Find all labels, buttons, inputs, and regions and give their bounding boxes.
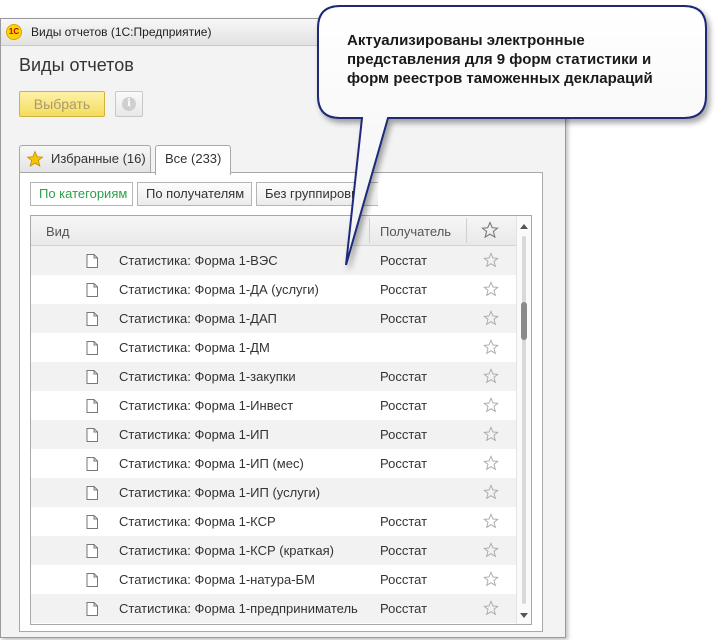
favorite-star-icon[interactable]	[483, 426, 499, 442]
column-separator	[466, 218, 467, 243]
document-icon	[86, 428, 98, 442]
star-filled-icon	[26, 150, 44, 167]
document-icon	[86, 573, 98, 587]
window-title: Виды отчетов (1С:Предприятие)	[31, 25, 212, 39]
report-name: Статистика: Форма 1-ВЭС	[119, 253, 278, 268]
report-name: Статистика: Форма 1-предприниматель	[119, 601, 358, 616]
favorite-star-icon[interactable]	[483, 368, 499, 384]
tab-panel: По категориям По получателям Без группир…	[19, 172, 543, 632]
report-recipient: Росстат	[380, 456, 428, 471]
document-icon	[86, 399, 98, 413]
document-icon	[86, 370, 98, 384]
scroll-track[interactable]	[522, 236, 526, 604]
report-name: Статистика: Форма 1-ИП (услуги)	[119, 485, 321, 500]
favorite-column-star-icon[interactable]	[481, 221, 499, 239]
callout-line: форм реестров таможенных деклараций	[347, 70, 653, 87]
grouping-none[interactable]: Без группировки	[256, 182, 378, 206]
table-row[interactable]: Статистика: Форма 1-ДМ	[31, 333, 516, 362]
table-row[interactable]: Статистика: Форма 1-Инвест Росстат	[31, 391, 516, 420]
report-kinds-window: 1С Виды отчетов (1С:Предприятие) Виды от…	[0, 18, 566, 638]
report-name: Статистика: Форма 1-закупки	[119, 369, 296, 384]
report-name: Статистика: Форма 1-КСР	[119, 514, 276, 529]
favorite-star-icon[interactable]	[483, 513, 499, 529]
document-icon	[86, 486, 98, 500]
report-name: Статистика: Форма 1-ДАП	[119, 311, 277, 326]
report-recipient: Росстат	[380, 572, 428, 587]
report-recipient: Росстат	[380, 311, 428, 326]
info-icon: i	[122, 97, 136, 111]
grid-rows: Статистика: Форма 1-ВЭС Росстат Статистика…	[31, 246, 516, 623]
vertical-scrollbar[interactable]	[516, 216, 531, 624]
form-title: Виды отчетов	[19, 55, 134, 75]
document-icon	[86, 457, 98, 471]
callout-line: Актуализированы электронные	[347, 32, 585, 49]
favorite-star-icon[interactable]	[483, 600, 499, 616]
scroll-thumb[interactable]	[521, 302, 527, 340]
table-row[interactable]: Статистика: Форма 1-ДАП Росстат	[31, 304, 516, 333]
report-recipient: Росстат	[380, 282, 428, 297]
favorite-star-icon[interactable]	[483, 310, 499, 326]
report-recipient: Росстат	[380, 543, 428, 558]
report-recipient: Росстат	[380, 398, 428, 413]
report-recipient: Росстат	[380, 427, 428, 442]
table-row[interactable]: Статистика: Форма 1-КСР (краткая) Росстат	[31, 536, 516, 565]
favorite-star-icon[interactable]	[483, 484, 499, 500]
grid-header: Вид Получатель	[31, 216, 516, 246]
callout-line: представления для 9 форм статистики и	[347, 51, 652, 68]
report-name: Статистика: Форма 1-ДА (услуги)	[119, 282, 319, 297]
table-row[interactable]: Статистика: Форма 1-ВЭС Росстат	[31, 246, 516, 275]
report-name: Статистика: Форма 1-натура-БМ	[119, 572, 315, 587]
report-name: Статистика: Форма 1-Инвест	[119, 398, 294, 413]
grouping-by-recipient[interactable]: По получателям	[137, 182, 252, 206]
report-list-grid: Вид Получатель Статистика: Форма 1-ВЭС Ро…	[30, 215, 532, 625]
table-row[interactable]: Статистика: Форма 1-ИП (мес) Росстат	[31, 449, 516, 478]
document-icon	[86, 254, 98, 268]
app-logo-icon: 1С	[6, 24, 22, 40]
column-header-recipient[interactable]: Получатель	[380, 224, 451, 239]
document-icon	[86, 312, 98, 326]
report-name: Статистика: Форма 1-ИП (мес)	[119, 456, 304, 471]
report-recipient: Росстат	[380, 369, 428, 384]
favorite-star-icon[interactable]	[483, 397, 499, 413]
table-row[interactable]: Статистика: Форма 1-ИП (услуги)	[31, 478, 516, 507]
favorite-star-icon[interactable]	[483, 252, 499, 268]
report-name: Статистика: Форма 1-ИП	[119, 427, 269, 442]
report-name: Статистика: Форма 1-ДМ	[119, 340, 270, 355]
document-icon	[86, 341, 98, 355]
document-icon	[86, 283, 98, 297]
tab-favorites-label: Избранные (16)	[51, 151, 146, 166]
tab-all-label: Все (233)	[165, 151, 222, 166]
favorite-star-icon[interactable]	[483, 542, 499, 558]
table-row[interactable]: Статистика: Форма 1-КСР Росстат	[31, 507, 516, 536]
table-row[interactable]: Статистика: Форма 1-предприниматель Росст…	[31, 594, 516, 623]
scroll-up-arrow-icon[interactable]	[520, 224, 528, 229]
column-header-name[interactable]: Вид	[46, 224, 70, 239]
favorite-star-icon[interactable]	[483, 571, 499, 587]
table-row[interactable]: Статистика: Форма 1-ИП Росстат	[31, 420, 516, 449]
column-separator	[369, 218, 370, 243]
favorite-star-icon[interactable]	[483, 455, 499, 471]
report-recipient: Росстат	[380, 253, 428, 268]
report-name: Статистика: Форма 1-КСР (краткая)	[119, 543, 334, 558]
table-row[interactable]: Статистика: Форма 1-натура-БМ Росстат	[31, 565, 516, 594]
scroll-down-arrow-icon[interactable]	[520, 613, 528, 618]
favorite-star-icon[interactable]	[483, 281, 499, 297]
document-icon	[86, 515, 98, 529]
tab-favorites[interactable]: Избранные (16)	[19, 145, 151, 173]
info-button[interactable]: i	[115, 91, 143, 117]
favorite-star-icon[interactable]	[483, 339, 499, 355]
table-row[interactable]: Статистика: Форма 1-закупки Росстат	[31, 362, 516, 391]
report-recipient: Росстат	[380, 514, 428, 529]
report-recipient: Росстат	[380, 601, 428, 616]
document-icon	[86, 602, 98, 616]
select-button[interactable]: Выбрать	[19, 91, 105, 117]
grouping-by-category[interactable]: По категориям	[30, 182, 133, 206]
tab-all[interactable]: Все (233)	[155, 145, 231, 175]
table-row[interactable]: Статистика: Форма 1-ДА (услуги) Росстат	[31, 275, 516, 304]
document-icon	[86, 544, 98, 558]
callout-text: Актуализированы электронные представлени…	[347, 31, 692, 88]
